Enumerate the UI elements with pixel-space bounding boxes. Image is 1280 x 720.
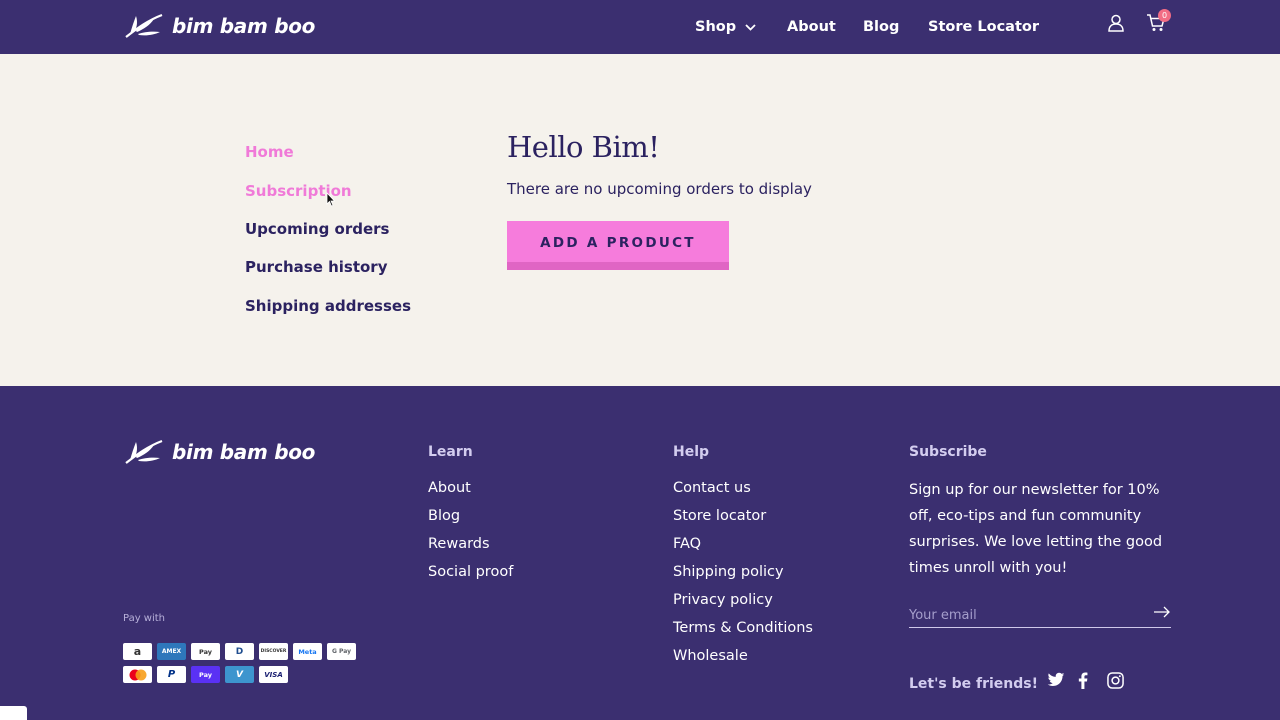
pay-with-label: Pay with xyxy=(123,613,166,624)
footer-link-terms[interactable]: Terms & Conditions xyxy=(673,620,813,636)
nav-store-locator[interactable]: Store Locator xyxy=(928,19,1039,35)
sidebar-item-purchase-history[interactable]: Purchase history xyxy=(245,258,388,276)
footer-link-blog[interactable]: Blog xyxy=(428,508,460,524)
user-icon[interactable] xyxy=(1107,14,1125,32)
discover-icon: DISCOVER xyxy=(259,643,288,660)
brand-logo[interactable]: bim bam boo xyxy=(124,11,315,41)
payment-methods-row-2: P Pay V VISA xyxy=(123,666,288,683)
cart-count-badge: 0 xyxy=(1158,9,1171,22)
site-footer: bim bam boo Learn About Blog Rewards Soc… xyxy=(0,386,1280,720)
chevron-down-icon xyxy=(745,23,756,31)
footer-link-rewards[interactable]: Rewards xyxy=(428,536,490,552)
brand-name: bim bam boo xyxy=(172,14,316,38)
footer-link-store-locator[interactable]: Store locator xyxy=(673,508,766,524)
footer-link-contact-us[interactable]: Contact us xyxy=(673,480,751,496)
footer-brand-name: bim bam boo xyxy=(172,440,316,464)
sidebar-item-upcoming-orders[interactable]: Upcoming orders xyxy=(245,220,389,238)
site-header: bim bam boo Shop About Blog Store Locato… xyxy=(0,0,1280,54)
mastercard-logo-icon xyxy=(129,669,146,680)
payment-methods-row-1: a AMEX Pay D DISCOVER Meta G Pay xyxy=(123,643,356,660)
footer-link-social-proof[interactable]: Social proof xyxy=(428,564,513,580)
nav-shop[interactable]: Shop xyxy=(695,19,756,35)
paypal-icon: P xyxy=(157,666,186,683)
nav-about[interactable]: About xyxy=(787,19,836,35)
leaf-logo-icon xyxy=(125,439,163,464)
nav-blog[interactable]: Blog xyxy=(863,19,899,35)
google-pay-icon: G Pay xyxy=(327,643,356,660)
mouse-cursor-icon xyxy=(326,192,336,207)
amex-icon: AMEX xyxy=(157,643,186,660)
footer-learn-title: Learn xyxy=(428,444,473,460)
page-greeting: Hello Bim! xyxy=(507,130,660,164)
visa-icon: VISA xyxy=(259,666,288,683)
social-heading: Let's be friends! xyxy=(909,676,1038,692)
email-field[interactable] xyxy=(909,608,1139,623)
footer-brand-logo[interactable]: bim bam boo xyxy=(124,439,315,465)
diners-club-icon: D xyxy=(225,643,254,660)
instagram-icon[interactable] xyxy=(1107,672,1124,689)
sidebar-item-shipping-addresses[interactable]: Shipping addresses xyxy=(245,297,411,315)
empty-orders-message: There are no upcoming orders to display xyxy=(507,180,812,198)
twitter-icon[interactable] xyxy=(1047,672,1065,688)
amazon-pay-icon: a xyxy=(123,643,152,660)
nav-shop-label: Shop xyxy=(695,19,737,35)
facebook-icon[interactable] xyxy=(1078,672,1088,689)
leaf-logo-icon xyxy=(125,13,163,38)
footer-help-title: Help xyxy=(673,444,710,460)
newsletter-text: Sign up for our newsletter for 10% off, … xyxy=(909,482,1163,576)
mastercard-icon xyxy=(123,666,152,683)
email-field-wrapper xyxy=(909,604,1171,628)
meta-pay-icon: Meta xyxy=(293,643,322,660)
footer-link-about[interactable]: About xyxy=(428,480,471,496)
footer-link-shipping-policy[interactable]: Shipping policy xyxy=(673,564,784,580)
sidebar-item-home[interactable]: Home xyxy=(245,143,294,161)
apple-pay-icon: Pay xyxy=(191,643,220,660)
arrow-right-icon[interactable] xyxy=(1153,606,1171,618)
footer-subscribe-title: Subscribe xyxy=(909,444,987,460)
venmo-icon: V xyxy=(225,666,254,683)
floating-widget-tab[interactable] xyxy=(0,706,27,720)
footer-link-privacy-policy[interactable]: Privacy policy xyxy=(673,592,773,608)
footer-link-faq[interactable]: FAQ xyxy=(673,536,701,552)
add-product-button[interactable]: ADD A PRODUCT xyxy=(507,221,729,270)
footer-link-wholesale[interactable]: Wholesale xyxy=(673,648,748,664)
shop-pay-icon: Pay xyxy=(191,666,220,683)
